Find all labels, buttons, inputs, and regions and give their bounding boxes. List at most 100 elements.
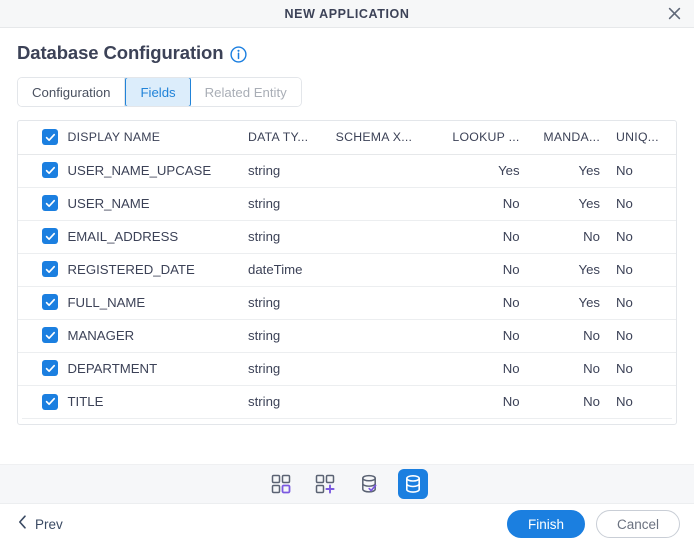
dialog-title: NEW APPLICATION [284, 6, 410, 21]
table-header-row: DISPLAY NAME DATA TY... SCHEMA X... LOOK… [18, 121, 676, 154]
cell-schema-xpath [336, 385, 439, 418]
table-row[interactable]: TITLE string No No No [18, 385, 676, 418]
table-row[interactable]: USER_NAME_UPCASE string Yes Yes No [18, 154, 676, 187]
header-lookup[interactable]: LOOKUP ... [439, 121, 532, 154]
cell-lookup: No [502, 262, 520, 277]
cell-schema-xpath [336, 253, 439, 286]
cell-data-type: string [247, 229, 281, 244]
cell-unique: No [616, 295, 633, 310]
database-check-icon[interactable] [354, 469, 384, 499]
cell-mandatory: No [583, 328, 601, 343]
cell-schema-xpath [336, 319, 439, 352]
cell-display-name: EMAIL_ADDRESS [67, 229, 179, 244]
header-unique[interactable]: UNIQ... [612, 121, 676, 154]
cell-data-type: string [247, 328, 281, 343]
page-title-row: Database Configuration [0, 28, 694, 64]
cell-mandatory: No [583, 394, 601, 410]
header-schema-xpath[interactable]: SCHEMA X... [336, 121, 439, 154]
table-row[interactable]: FULL_NAME string No Yes No [18, 286, 676, 319]
cell-lookup: No [502, 295, 520, 310]
cell-display-name: DEPARTMENT [67, 361, 158, 376]
page-title: Database Configuration [17, 42, 224, 63]
cell-schema-xpath [336, 220, 439, 253]
cell-mandatory: No [583, 361, 601, 376]
row-checkbox[interactable] [42, 195, 58, 212]
row-checkbox-cell [18, 319, 68, 352]
cancel-button[interactable]: Cancel [595, 510, 680, 538]
new-application-dialog: NEW APPLICATION Database Configuration C… [0, 0, 694, 544]
cell-mandatory: No [583, 229, 601, 244]
cell-data-type: dateTime [247, 262, 303, 277]
cell-schema-xpath [336, 187, 439, 220]
row-checkbox[interactable] [42, 162, 58, 179]
grid-squares-icon[interactable] [266, 469, 296, 499]
prev-button[interactable]: Prev [18, 514, 63, 534]
cell-data-type: string [247, 196, 281, 211]
cell-display-name: FULL_NAME [67, 295, 146, 310]
cell-display-name: MANAGER [67, 328, 135, 343]
row-checkbox[interactable] [42, 393, 58, 410]
fields-table: DISPLAY NAME DATA TY... SCHEMA X... LOOK… [18, 121, 676, 418]
table-bottom-divider [22, 418, 672, 424]
cell-lookup: No [502, 328, 520, 343]
row-checkbox-cell [18, 154, 68, 187]
prev-label: Prev [35, 516, 63, 532]
cell-unique: No [616, 163, 633, 178]
header-mandatory[interactable]: MANDA... [532, 121, 612, 154]
info-circle-icon[interactable] [230, 46, 248, 63]
fields-table-container: DISPLAY NAME DATA TY... SCHEMA X... LOOK… [17, 120, 677, 425]
row-checkbox[interactable] [42, 327, 58, 344]
database-icon[interactable] [398, 469, 428, 499]
tab-group: Configuration Fields Related Entity [17, 77, 302, 107]
row-checkbox[interactable] [42, 360, 58, 377]
row-checkbox[interactable] [42, 294, 58, 311]
row-checkbox-cell [18, 286, 68, 319]
dialog-titlebar: NEW APPLICATION [0, 0, 694, 28]
close-icon[interactable] [664, 4, 684, 24]
table-row[interactable]: MANAGER string No No No [18, 319, 676, 352]
cell-schema-xpath [336, 286, 439, 319]
cell-display-name: TITLE [67, 394, 104, 410]
cell-data-type: string [247, 295, 281, 310]
cell-unique: No [616, 262, 633, 277]
finish-button[interactable]: Finish [506, 510, 585, 538]
cell-mandatory: Yes [578, 262, 601, 277]
grid-add-icon[interactable] [310, 469, 340, 499]
table-row[interactable]: REGISTERED_DATE dateTime No Yes No [18, 253, 676, 286]
row-checkbox-cell [18, 187, 68, 220]
cell-unique: No [616, 229, 633, 244]
cell-display-name: USER_NAME [67, 196, 150, 211]
cell-unique: No [616, 394, 633, 410]
table-row[interactable]: USER_NAME string No Yes No [18, 187, 676, 220]
fields-table-body: USER_NAME_UPCASE string Yes Yes No USER_… [18, 154, 676, 418]
cell-lookup: No [502, 229, 520, 244]
cell-mandatory: Yes [578, 196, 601, 211]
cell-lookup: No [502, 361, 520, 376]
table-row[interactable]: DEPARTMENT string No No No [18, 352, 676, 385]
cell-unique: No [616, 196, 633, 211]
header-data-type[interactable]: DATA TY... [248, 121, 336, 154]
tab-related-entity[interactable]: Related Entity [190, 78, 301, 106]
cell-data-type: string [247, 361, 281, 376]
fields-table-head: DISPLAY NAME DATA TY... SCHEMA X... LOOK… [18, 121, 676, 154]
cell-unique: No [616, 328, 633, 343]
cell-display-name: USER_NAME_UPCASE [67, 163, 212, 178]
cell-data-type: string [247, 394, 281, 410]
cell-unique: No [616, 361, 633, 376]
footer-actions: Finish Cancel [506, 510, 680, 538]
tab-fields[interactable]: Fields [125, 78, 191, 106]
dialog-body: Database Configuration Configuration Fie… [0, 28, 694, 503]
cell-display-name: REGISTERED_DATE [67, 262, 195, 277]
select-all-checkbox[interactable] [42, 129, 58, 145]
table-row[interactable]: EMAIL_ADDRESS string No No No [18, 220, 676, 253]
row-checkbox[interactable] [42, 261, 58, 278]
cell-lookup: No [502, 196, 520, 211]
cell-mandatory: Yes [578, 163, 601, 178]
row-checkbox-cell [18, 352, 68, 385]
tab-configuration[interactable]: Configuration [18, 78, 126, 106]
row-checkbox-cell [18, 253, 68, 286]
dialog-footer: Prev Finish Cancel [0, 503, 694, 544]
row-checkbox[interactable] [42, 228, 58, 245]
header-display-name[interactable]: DISPLAY NAME [68, 121, 248, 154]
wizard-step-icon-strip [0, 464, 694, 503]
